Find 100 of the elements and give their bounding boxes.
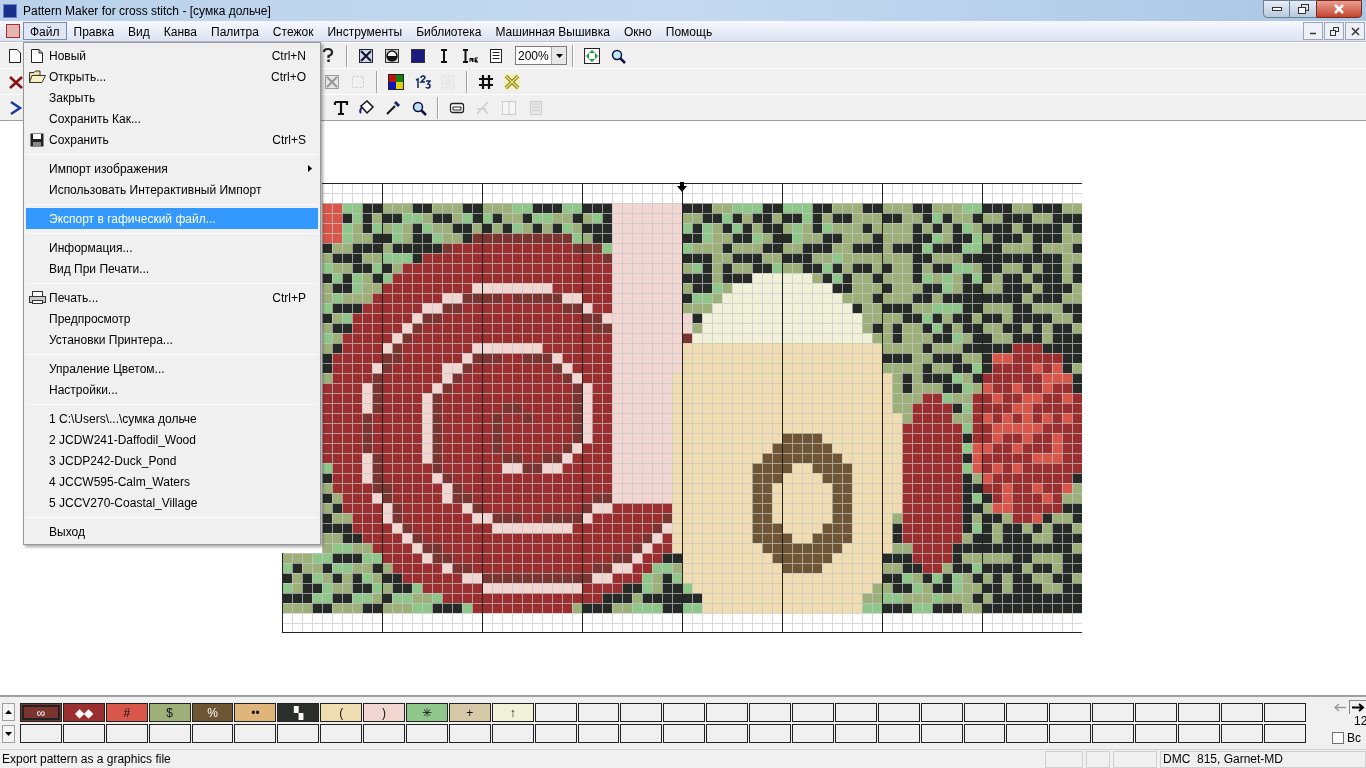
minimize-icon (1271, 7, 1282, 11)
menu-entry[interactable]: Сохранить Как... (26, 108, 318, 129)
document-icon (6, 24, 20, 38)
window-title: Pattern Maker for cross stitch - [сумка дольче] (23, 2, 271, 20)
color-grid-icon (387, 72, 405, 91)
palette-swatch[interactable]: ) (363, 703, 405, 722)
menu-entry[interactable]: Информация... (26, 237, 318, 258)
palette-swatch[interactable]: ( (320, 703, 363, 722)
folder-icon (28, 70, 46, 83)
menu-item[interactable]: Канва (156, 22, 204, 40)
menu-item[interactable]: Правка (66, 22, 122, 40)
crossed-box-icon (357, 46, 375, 65)
scroll-down-button[interactable] (2, 725, 15, 743)
cross-stitch-icon (503, 72, 521, 91)
page-icon (31, 48, 43, 63)
menu-item[interactable]: Файл (23, 22, 67, 40)
menu-entry[interactable]: Предпросмотр (26, 308, 318, 329)
paint-bucket-icon (358, 98, 376, 117)
menu-entry[interactable]: 3 JCDP242-Duck_Pond (26, 450, 318, 471)
close-icon (1333, 4, 1345, 14)
right-arrow-icon (1351, 703, 1365, 712)
palette-swatch[interactable]: ▚ (277, 703, 320, 722)
menu-entry[interactable]: 1 C:\Users\...\сумка дольче (26, 408, 318, 429)
shortcut-label: Ctrl+S (272, 131, 306, 149)
menu-entry[interactable]: Установки Принтера... (26, 329, 318, 350)
grid-icon (477, 72, 495, 91)
left-arrow-icon (1334, 702, 1347, 712)
shortcut-label: Ctrl+P (272, 289, 306, 307)
palette-swatch[interactable]: ↑ (491, 703, 534, 722)
menu-entry[interactable]: Выход (26, 521, 318, 542)
menu-entry[interactable]: Упраление Цветом... (26, 358, 318, 379)
status-message: Export pattern as a graphics file (2, 751, 171, 768)
scroll-up-button[interactable] (2, 703, 15, 721)
menu-entry-label: Сохранить (49, 131, 109, 149)
menu-entry-label: 1 C:\Users\...\сумка дольче (49, 410, 197, 428)
menu-item[interactable]: Библиотека (409, 22, 489, 40)
menu-entry-label: Открыть... (49, 68, 107, 86)
menu-entry[interactable]: Печать... Ctrl+P (26, 287, 318, 308)
menu-entry-label: Информация... (49, 239, 133, 257)
eyedropper-icon (384, 98, 402, 117)
palette-swatch[interactable]: •• (234, 703, 277, 722)
down-triangle-icon (5, 732, 12, 736)
crossed-box-icon (323, 72, 341, 91)
palette-swatch[interactable]: % (191, 703, 234, 722)
restore-icon (1329, 26, 1339, 36)
menu-entry-label: Импорт изображения (49, 160, 168, 178)
menu-entry[interactable]: Новый Ctrl+N (26, 45, 318, 66)
palette-swatch[interactable]: + (448, 703, 491, 722)
menu-entry[interactable]: Вид При Печати... (26, 258, 318, 279)
menu-entry-label: Выход (49, 523, 85, 541)
palette-swatch[interactable]: ∞ (20, 703, 62, 722)
menu-entry-label: 5 JCCV270-Coastal_Village (49, 494, 198, 512)
menu-entry[interactable]: Сохранить Ctrl+S (26, 129, 318, 150)
text-tool-icon (332, 98, 350, 117)
menu-item[interactable]: Машинная Вышивка (488, 22, 617, 40)
menu-entry[interactable]: Настройки... (26, 379, 318, 400)
text-cursor-icon (461, 46, 479, 65)
next-arrow-button[interactable] (1349, 700, 1366, 714)
menu-entry-label: Закрыть (49, 89, 96, 107)
close-button[interactable] (1316, 0, 1362, 18)
numbered-steps-icon (413, 72, 431, 91)
maximize-icon (1297, 4, 1309, 14)
menu-item[interactable]: Палитра (204, 22, 266, 40)
menu-entry-label: Предпросмотр (49, 310, 131, 328)
menu-entry[interactable]: Импорт изображения (26, 158, 318, 179)
close-icon (1350, 26, 1360, 36)
checkbox-label: Вс (1347, 730, 1361, 747)
zoom-dropdown[interactable]: 200% (515, 46, 567, 65)
menu-entry-label: Печать... (49, 289, 99, 307)
menu-entry-label: Вид При Печати... (49, 260, 150, 278)
child-close-button[interactable] (1345, 22, 1365, 40)
menu-entry[interactable]: Закрыть (26, 87, 318, 108)
child-restore-button[interactable] (1324, 22, 1344, 40)
split-view-icon (500, 98, 518, 117)
maximize-button[interactable] (1290, 0, 1316, 18)
menu-entry[interactable]: 5 JCCV270-Coastal_Village (26, 492, 318, 513)
menu-item[interactable]: Стежок (265, 22, 321, 40)
menu-entry-label: 4 JCCW595-Calm_Waters (49, 473, 190, 491)
checkbox[interactable] (1332, 732, 1344, 744)
palette-swatch[interactable]: $ (148, 703, 191, 722)
submenu-arrow-icon (308, 165, 312, 172)
palette-swatch[interactable]: ◆◆ (62, 703, 105, 722)
menu-entry-label: Новый (49, 47, 87, 65)
menu-entry[interactable]: 2 JCDW241-Daffodil_Wood (26, 429, 318, 450)
half-circle-icon (383, 46, 401, 65)
menu-entry[interactable]: Использовать Интерактивный Импорт (26, 179, 318, 200)
palette-swatch[interactable]: ✳ (406, 703, 448, 722)
menu-entry[interactable]: Открыть... Ctrl+O (26, 66, 318, 87)
menu-item[interactable]: Инструменты (320, 22, 410, 40)
status-color-info: DMC 815, Garnet-MD (1160, 750, 1366, 768)
menu-item[interactable]: Вид (121, 22, 157, 40)
menu-item[interactable]: Окно (616, 22, 659, 40)
minimize-button[interactable] (1263, 0, 1290, 18)
center-marker-icon (677, 182, 687, 192)
filled-square-icon (409, 46, 427, 65)
menu-item[interactable]: Помощь (658, 22, 720, 40)
document-icon (487, 46, 505, 65)
palette-swatch[interactable]: # (105, 703, 148, 722)
menu-entry[interactable]: 4 JCCW595-Calm_Waters (26, 471, 318, 492)
menu-entry-label: Экспорт в гафический файл... (49, 210, 216, 228)
